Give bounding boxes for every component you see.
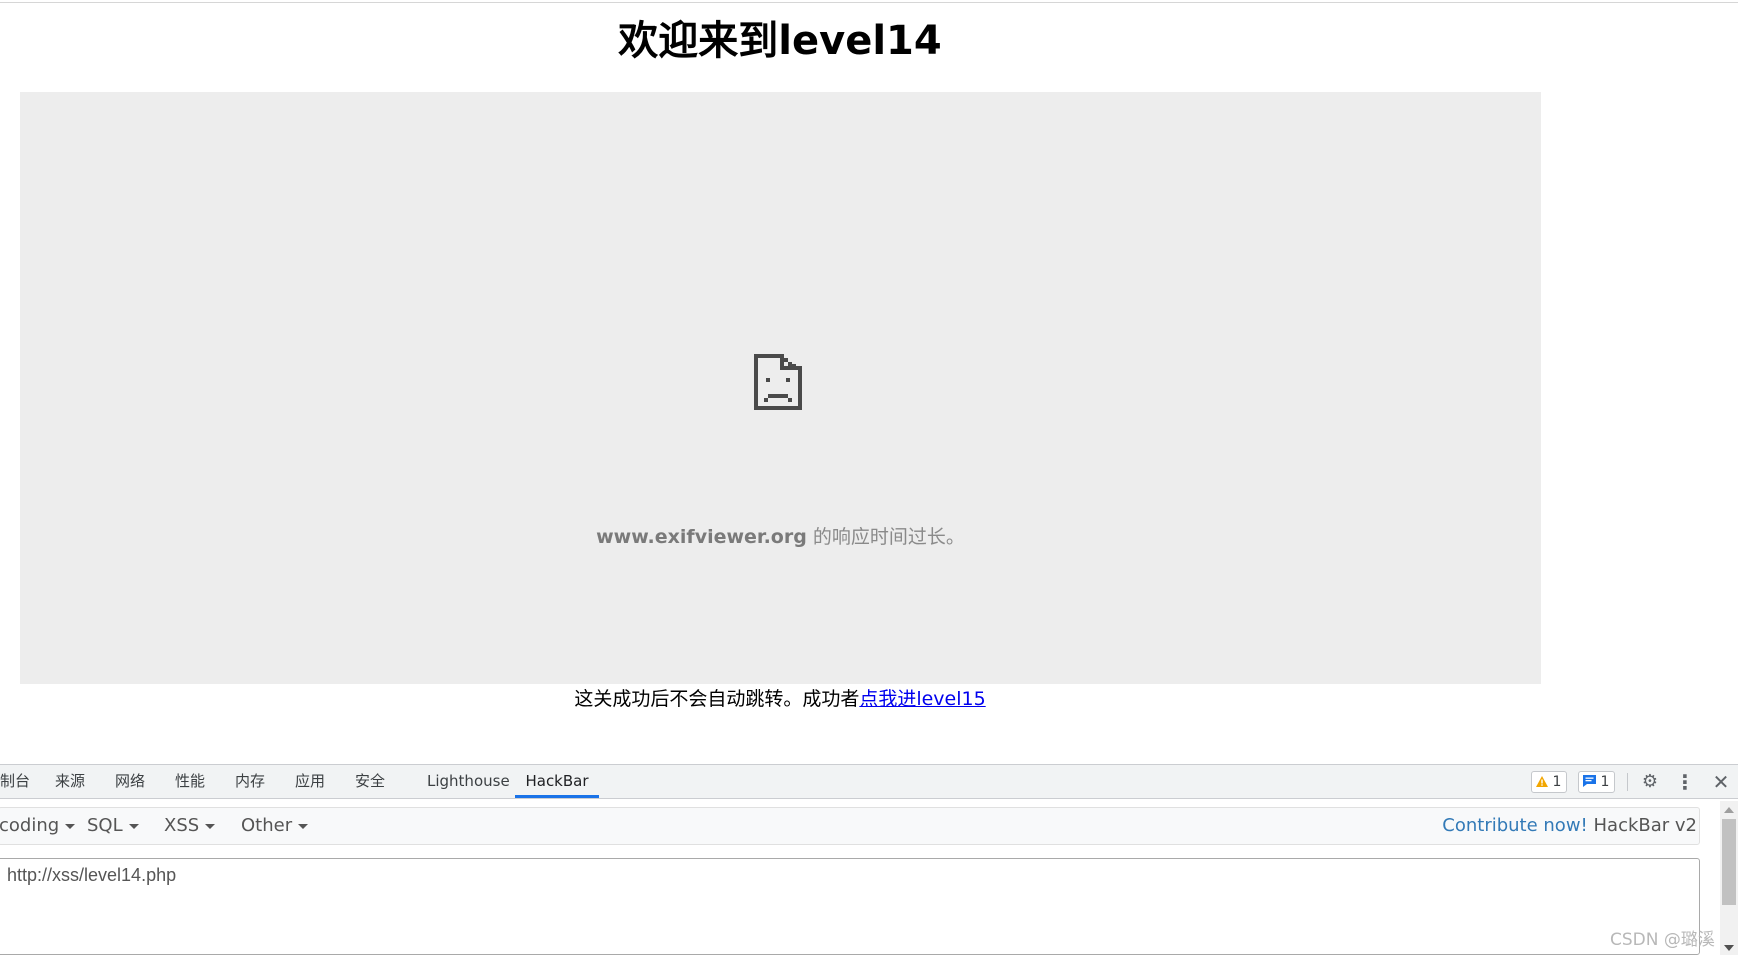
tab-security[interactable]: 安全 <box>355 765 385 798</box>
next-level-text: 这关成功后不会自动跳转。成功者 <box>574 688 860 710</box>
messages-badge[interactable]: 1 <box>1578 771 1616 793</box>
chevron-down-icon <box>128 823 139 829</box>
contribute-link[interactable]: Contribute now! <box>1442 815 1588 836</box>
watermark: CSDN @璐溪 <box>1610 930 1715 950</box>
more-vertical-icon[interactable]: ⋮ <box>1674 771 1696 793</box>
tab-hackbar[interactable]: HackBar <box>515 765 599 798</box>
tab-console[interactable]: 制台 <box>0 765 30 798</box>
tab-memory[interactable]: 内存 <box>235 765 265 798</box>
menu-other[interactable]: Other <box>241 808 309 844</box>
menu-xss[interactable]: XSS <box>164 808 216 844</box>
scroll-thumb[interactable] <box>1722 819 1736 905</box>
tab-network[interactable]: 网络 <box>115 765 145 798</box>
url-input[interactable]: http://xss/level14.php <box>0 858 1700 955</box>
close-icon[interactable]: ✕ <box>1710 771 1732 793</box>
sad-page-icon <box>754 354 802 410</box>
message-icon <box>1583 775 1596 787</box>
chevron-down-icon <box>65 823 76 829</box>
chevron-down-icon <box>205 823 216 829</box>
warnings-count: 1 <box>1552 774 1562 790</box>
devtools-tabbar: 制台 来源 网络 性能 内存 应用 安全 Lighthouse HackBar … <box>0 765 1738 799</box>
tab-lighthouse[interactable]: Lighthouse <box>427 765 510 798</box>
browser-top-divider <box>0 2 1738 3</box>
error-host: www.exifviewer.org <box>596 526 807 548</box>
hackbar-version: HackBar v2 <box>1593 815 1698 836</box>
hackbar-contribute: Contribute now! HackBar v2 <box>1442 808 1697 844</box>
scroll-up-icon[interactable] <box>1724 807 1734 813</box>
menu-encoding[interactable]: coding <box>0 808 76 844</box>
next-level-line: 这关成功后不会自动跳转。成功者点我进level15 <box>0 685 1560 713</box>
scroll-down-icon[interactable] <box>1724 945 1734 951</box>
iframe-error-message: www.exifviewer.org 的响应时间过长。 <box>20 524 1541 550</box>
next-level-link[interactable]: 点我进level15 <box>859 688 985 710</box>
gear-icon[interactable]: ⚙ <box>1639 771 1661 793</box>
warning-icon <box>1536 776 1548 787</box>
error-text: 的响应时间过长。 <box>806 526 965 548</box>
warnings-badge[interactable]: 1 <box>1531 771 1568 793</box>
hackbar-toolbar: coding SQL XSS Other Contribute now! Hac… <box>0 807 1700 845</box>
panel-scrollbar[interactable] <box>1720 801 1738 955</box>
messages-count: 1 <box>1600 774 1610 790</box>
tab-performance[interactable]: 性能 <box>175 765 205 798</box>
embedded-iframe: www.exifviewer.org 的响应时间过长。 <box>20 92 1541 684</box>
devtools-panel: 制台 来源 网络 性能 内存 应用 安全 Lighthouse HackBar … <box>0 764 1738 955</box>
toolbar-divider <box>1627 773 1628 791</box>
web-page: 欢迎来到level14 www.exifviewer.org 的响应时间过长。 <box>0 0 1738 764</box>
chevron-down-icon <box>298 823 309 829</box>
tab-sources[interactable]: 来源 <box>55 765 85 798</box>
tab-application[interactable]: 应用 <box>295 765 325 798</box>
page-title: 欢迎来到level14 <box>618 18 942 64</box>
menu-sql[interactable]: SQL <box>87 808 139 844</box>
